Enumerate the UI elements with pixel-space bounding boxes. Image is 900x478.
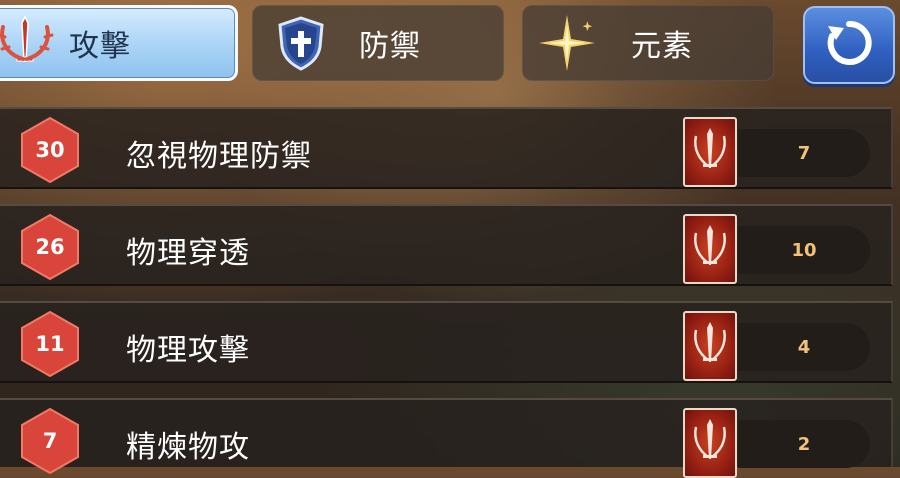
star-sparkle-icon (537, 13, 597, 73)
rank-badge: 30 (16, 116, 84, 184)
stat-value: 4 (738, 323, 870, 371)
sword-card-icon[interactable] (683, 214, 737, 284)
rank-number: 26 (35, 235, 65, 259)
tab-defense-label: 防禦 (359, 29, 421, 64)
rank-number: 11 (35, 332, 65, 356)
stat-name: 忽視物理防禦 (126, 139, 312, 174)
rank-badge: 7 (16, 407, 84, 475)
rank-badge: 26 (16, 213, 84, 281)
tab-element-label: 元素 (631, 29, 693, 64)
sword-antler-icon (0, 13, 55, 73)
tab-attack-label: 攻擊 (69, 29, 131, 64)
refresh-icon (822, 16, 876, 74)
tab-attack[interactable]: 攻擊 (0, 5, 238, 81)
stat-value: 7 (738, 129, 870, 177)
shield-cross-icon (271, 13, 331, 73)
rank-number: 30 (35, 138, 65, 162)
stat-value: 10 (738, 226, 870, 274)
stat-name: 精煉物攻 (126, 430, 250, 465)
stat-name: 物理穿透 (126, 236, 250, 271)
stat-row-3: 11 物理攻擊 4 (0, 301, 893, 383)
sword-card-icon[interactable] (683, 311, 737, 381)
sword-card-icon[interactable] (683, 408, 737, 478)
stat-row-4: 7 精煉物攻 2 (0, 398, 893, 478)
rank-badge: 11 (16, 310, 84, 378)
tab-defense[interactable]: 防禦 (252, 5, 504, 81)
rank-number: 7 (42, 429, 58, 453)
stat-value: 2 (738, 420, 870, 468)
stat-row-2: 26 物理穿透 10 (0, 204, 893, 286)
tab-element[interactable]: 元素 (522, 5, 774, 81)
stat-name: 物理攻擊 (126, 333, 250, 368)
stat-row-1: 30 忽視物理防禦 7 (0, 107, 893, 189)
refresh-button[interactable] (803, 6, 895, 84)
sword-card-icon[interactable] (683, 117, 737, 187)
category-tabs: 攻擊 防禦 元素 (0, 0, 900, 90)
